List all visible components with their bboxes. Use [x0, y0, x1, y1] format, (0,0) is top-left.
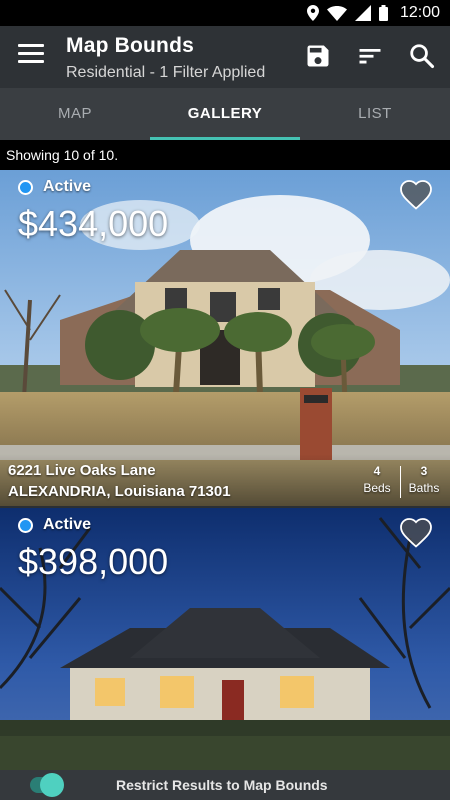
- save-button[interactable]: [302, 40, 334, 72]
- status-icons: [307, 5, 388, 21]
- baths-value: 3: [420, 464, 428, 478]
- app-bar: Map Bounds Residential - 1 Filter Applie…: [0, 26, 450, 88]
- listing-street: 6221 Live Oaks Lane: [8, 462, 156, 479]
- active-dot-icon: [18, 179, 33, 195]
- wifi-icon: [327, 5, 347, 21]
- clock: 12:00: [399, 4, 440, 21]
- listing-info-bar: 6221 Live Oaks Lane ALEXANDRIA, Louisian…: [0, 454, 450, 506]
- active-dot-icon: [18, 517, 33, 533]
- results-count: Showing 10 of 10.: [0, 140, 450, 170]
- stat-divider: [400, 466, 401, 498]
- view-tabs: MAP GALLERY LIST: [0, 88, 450, 140]
- beds-stat: 4 Beds: [360, 464, 394, 495]
- status-label: Active: [43, 516, 92, 533]
- tab-list[interactable]: LIST: [300, 88, 450, 140]
- listing-card[interactable]: Active $398,000: [0, 508, 450, 770]
- sort-button[interactable]: [354, 40, 386, 72]
- listing-card[interactable]: Active $434,000 6221 Live Oaks Lane ALEX…: [0, 170, 450, 506]
- sort-icon: [359, 49, 381, 64]
- beds-label: Beds: [363, 481, 391, 495]
- baths-stat: 3 Baths: [405, 464, 443, 495]
- save-icon: [307, 45, 329, 67]
- signal-icon: [355, 5, 371, 21]
- listing-price: $398,000: [18, 541, 169, 582]
- page-title: Map Bounds: [66, 34, 194, 57]
- search-button[interactable]: [406, 40, 438, 72]
- status-bar: 12:00: [0, 0, 450, 26]
- battery-icon: [379, 5, 388, 21]
- favorite-heart-icon[interactable]: [398, 514, 434, 548]
- map-bounds-bar: Restrict Results to Map Bounds: [0, 770, 450, 800]
- favorite-heart-icon[interactable]: [398, 176, 434, 210]
- listing-price: $434,000: [18, 203, 169, 244]
- menu-icon[interactable]: [18, 44, 44, 68]
- location-icon: [307, 5, 319, 21]
- status-badge: Active: [18, 516, 91, 534]
- status-label: Active: [43, 178, 92, 195]
- tab-map[interactable]: MAP: [0, 88, 150, 140]
- status-badge: Active: [18, 178, 91, 196]
- tab-gallery[interactable]: GALLERY: [150, 88, 300, 140]
- page-subtitle: Residential - 1 Filter Applied: [66, 64, 266, 81]
- beds-value: 4: [373, 464, 381, 478]
- search-icon: [410, 44, 435, 69]
- listing-city-state: ALEXANDRIA, Louisiana 71301: [8, 483, 231, 500]
- map-bounds-label: Restrict Results to Map Bounds: [116, 777, 328, 793]
- toggle-knob[interactable]: [40, 773, 64, 797]
- baths-label: Baths: [408, 481, 440, 495]
